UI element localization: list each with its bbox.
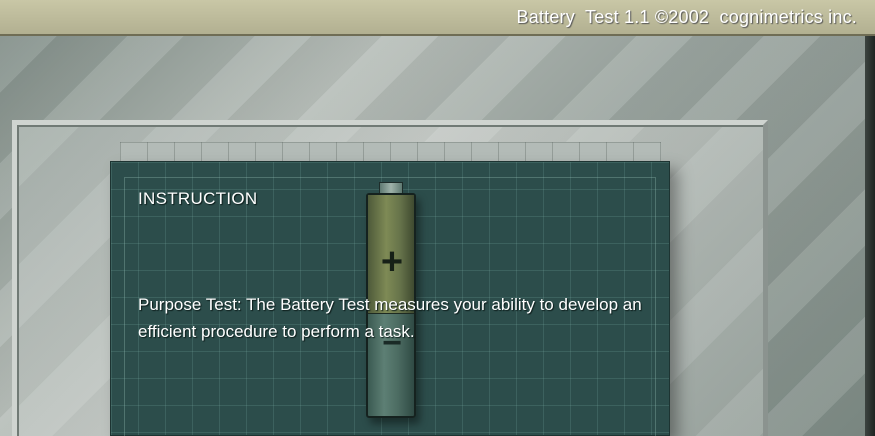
grid-strip: [120, 142, 661, 162]
window-right-edge: [865, 36, 875, 436]
instruction-text: Purpose Test: The Battery Test measures …: [138, 295, 642, 341]
title-bar: Battery Test 1.1 ©2002 cognimetrics inc.: [0, 0, 875, 36]
plus-icon: +: [380, 241, 404, 283]
window-title: Battery Test 1.1 ©2002 cognimetrics inc.: [516, 7, 857, 27]
instruction-heading: INSTRUCTION: [138, 189, 258, 208]
